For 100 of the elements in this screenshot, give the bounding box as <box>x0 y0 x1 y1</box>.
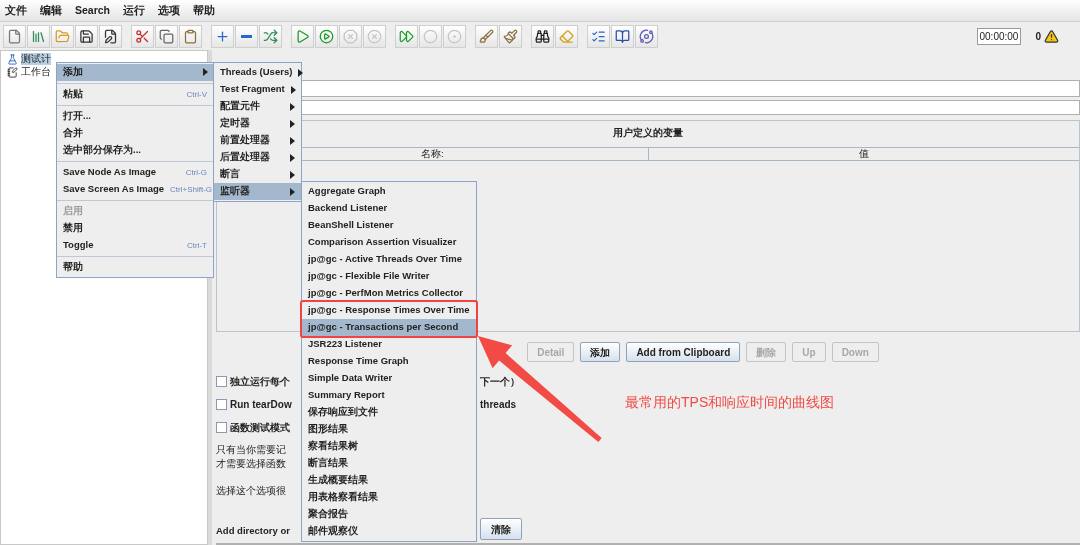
menu-item[interactable]: jp@gc - PerfMon Metrics Collector <box>302 285 476 302</box>
play-circle-icon <box>319 28 334 44</box>
circle-dot-icon <box>447 28 462 44</box>
menu-item[interactable]: 前置处理器 <box>214 132 301 149</box>
menu-item[interactable]: 配置元件 <box>214 98 301 115</box>
column-header[interactable]: 值 <box>647 148 1079 160</box>
menu-title[interactable]: 编辑 <box>40 2 62 19</box>
checkbox[interactable] <box>216 376 227 387</box>
menu-item[interactable]: 断言 <box>214 166 301 183</box>
menu-item[interactable]: 添加 <box>57 64 213 81</box>
checkbox[interactable] <box>216 399 227 410</box>
help-text: 选择这个选项很 <box>216 484 286 498</box>
menu-title[interactable]: Search <box>75 2 111 19</box>
clear-button[interactable]: 清除 <box>480 518 522 540</box>
play-icon <box>295 28 310 44</box>
eraser-icon <box>559 28 574 44</box>
warning-icon <box>1044 28 1059 44</box>
menu-item[interactable]: Summary Report <box>302 387 476 404</box>
binoculars-icon <box>535 28 550 44</box>
flask-icon <box>7 53 18 65</box>
shortcut-label: Ctrl-T <box>187 239 207 252</box>
toolbar-button[interactable] <box>75 24 98 48</box>
plus-icon <box>215 28 230 44</box>
toolbar-button[interactable] <box>611 24 634 48</box>
menu-item[interactable]: Save Node As Image Ctrl-G <box>57 164 213 181</box>
file-icon <box>7 28 22 44</box>
menu-item[interactable]: BeanShell Listener <box>302 217 476 234</box>
menu-title[interactable]: 运行 <box>123 2 146 19</box>
menu-item[interactable]: JSR223 Listener <box>302 336 476 353</box>
checkbox-label: 独立运行每个 <box>230 375 290 389</box>
menu-item[interactable]: 聚合报告 <box>302 506 476 523</box>
menu-item[interactable]: 帮助 <box>57 259 213 276</box>
menu-item[interactable]: 图形结果 <box>302 421 476 438</box>
menu-item[interactable]: 生成概要结果 <box>302 472 476 489</box>
menu-item[interactable]: 保存响应到文件 <box>302 404 476 421</box>
menu-item[interactable]: jp@gc - Transactions per Second <box>302 319 476 336</box>
shortcut-label: Ctrl+Shift-G <box>170 183 213 196</box>
classpath-label: Add directory or <box>216 525 290 536</box>
menu-item[interactable]: 打开... <box>57 108 213 125</box>
menu-item[interactable]: jp@gc - Flexible File Writer <box>302 268 476 285</box>
books-icon <box>31 28 46 44</box>
checkbox-label: 下一个） <box>480 375 520 389</box>
table-title: 用户定义的变量 <box>613 125 683 140</box>
shuffle-icon <box>263 28 278 44</box>
menu-item[interactable]: jp@gc - Active Threads Over Time <box>302 251 476 268</box>
toolbar-button[interactable] <box>531 24 554 48</box>
paintbrush-icon <box>503 28 518 44</box>
menu-item[interactable]: Simple Data Writer <box>302 370 476 387</box>
table-button[interactable]: 添加 <box>580 342 621 362</box>
tree-item[interactable]: 工作台 <box>21 66 51 78</box>
menu-item[interactable]: jp@gc - Response Times Over Time <box>302 302 476 319</box>
copy-icon <box>159 28 174 44</box>
annotation-text: 最常用的TPS和响应时间的曲线图 <box>625 393 835 412</box>
menu-item[interactable]: Test Fragment <box>214 81 301 98</box>
checkbox-label: 函数测试模式 <box>230 421 290 435</box>
menu-item[interactable]: 合并 <box>57 125 213 142</box>
menu-title[interactable]: 文件 <box>5 2 27 19</box>
checkbox-label: Run tearDow <box>230 398 292 412</box>
menu-title[interactable]: 帮助 <box>193 2 216 19</box>
menu-item[interactable]: Toggle Ctrl-T <box>57 237 213 254</box>
orbit-icon <box>639 28 654 44</box>
fast-forward-icon <box>399 28 414 44</box>
table-button[interactable]: Add from Clipboard <box>626 342 741 362</box>
menu-title[interactable]: 选项 <box>158 2 181 19</box>
timer-field: 00:00:00 <box>976 27 1022 45</box>
shortcut-label: Ctrl-G <box>185 166 207 179</box>
menu-item[interactable]: Backend Listener <box>302 200 476 217</box>
menu-item[interactable]: 定时器 <box>214 115 301 132</box>
scissors-icon <box>135 28 150 44</box>
menu-item[interactable]: 粘贴 Ctrl-V <box>57 86 213 103</box>
warning-count: 0 <box>1035 29 1041 44</box>
menu-item[interactable]: 选中部分保存为... <box>57 142 213 159</box>
tree-item[interactable]: 测试计 <box>21 53 51 65</box>
checkbox[interactable] <box>216 422 227 433</box>
menu-item[interactable]: 断言结果 <box>302 455 476 472</box>
notebook-icon <box>7 66 18 78</box>
book-icon <box>615 28 630 44</box>
menu-item[interactable]: 监听器 <box>214 183 301 200</box>
menu-item[interactable]: 察看结果树 <box>302 438 476 455</box>
circle-icon <box>423 28 438 44</box>
x-circle-icon <box>367 28 382 44</box>
toolbar-button[interactable] <box>99 24 122 48</box>
folder-icon <box>55 28 70 44</box>
menu-item[interactable]: 禁用 <box>57 220 213 237</box>
menu-item[interactable]: Aggregate Graph <box>302 183 476 200</box>
brush-icon <box>479 28 494 44</box>
menu-item[interactable]: Save Screen As Image Ctrl+Shift-G <box>57 181 213 198</box>
menu-item[interactable]: Response Time Graph <box>302 353 476 370</box>
help-text: 只有当你需要记 <box>216 443 286 457</box>
shortcut-label: Ctrl-V <box>186 88 207 101</box>
menu-item[interactable]: 用表格察看结果 <box>302 489 476 506</box>
help-text: 才需要选择函数 <box>216 457 286 471</box>
menu-item[interactable]: Threads (Users) <box>214 64 301 81</box>
checklist-icon <box>591 28 606 44</box>
menu-item[interactable]: 邮件观察仪 <box>302 523 476 540</box>
pencil-file-icon <box>103 28 118 44</box>
checkbox-label: threads <box>480 398 517 412</box>
clipboard-icon <box>183 28 198 44</box>
menu-item[interactable]: 后置处理器 <box>214 149 301 166</box>
menu-item[interactable]: Comparison Assertion Visualizer <box>302 234 476 251</box>
